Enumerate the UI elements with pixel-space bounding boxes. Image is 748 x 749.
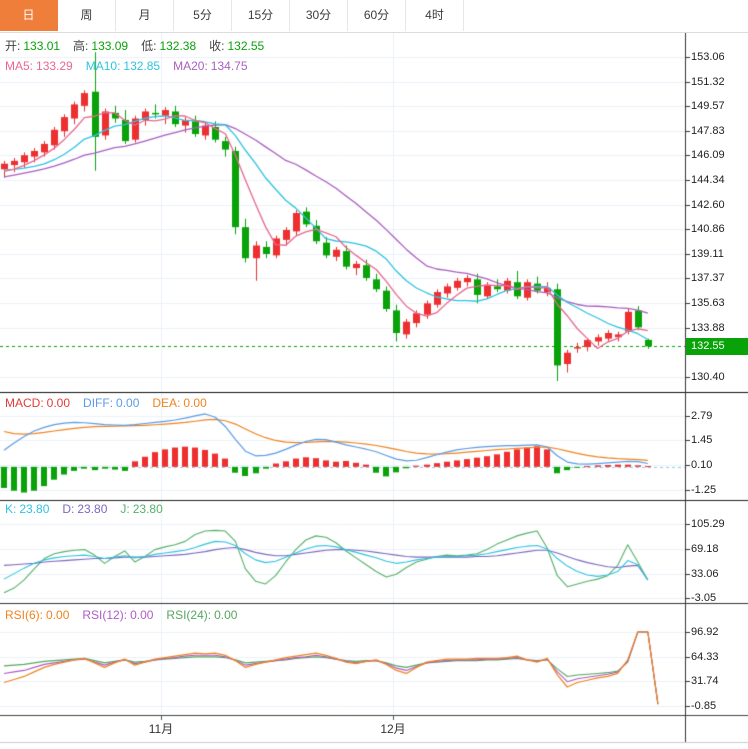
month-label: 11月 [149,720,173,737]
main-axis-label: 137.37 [691,272,725,284]
macd-label: DIFF: [83,396,113,410]
main-axis-label: 153.06 [691,51,725,63]
ohlc-label: 高: [73,39,88,53]
tab-month[interactable]: 月 [116,0,174,31]
macd-readout-item: DEA:0.00 [152,396,206,410]
tab-60min[interactable]: 60分 [348,0,406,31]
ohlc-label: 收: [209,39,224,53]
kdj-readout-item: D:23.80 [62,502,107,516]
rsi-readout-item: RSI(24):0.00 [166,608,237,622]
tab-week[interactable]: 周 [58,0,116,31]
ma-label: MA10: [86,59,121,73]
ohlc-readout-item: 高:133.09 [73,39,128,53]
rsi-readout: RSI(6):0.00RSI(12):0.00RSI(24):0.00 [5,608,250,622]
rsi-label: RSI(24): [166,608,211,622]
rsi-label: RSI(12): [82,608,127,622]
kline-app: 日周月5分15分30分60分4时 开:133.01 高:133.09 低:132.3… [0,0,748,749]
tab-15min[interactable]: 15分 [232,0,290,31]
macd-value: 0.00 [116,396,139,410]
macd-value: 0.00 [183,396,206,410]
macd-axis-label: 0.10 [691,459,712,471]
macd-axis-label: 1.45 [691,434,712,446]
main-axis-label: 144.34 [691,174,725,186]
macd-readout: MACD:0.00DIFF:0.00DEA:0.00 [5,396,220,410]
ma-value: 133.29 [36,59,73,73]
kdj-value: 23.80 [77,502,107,516]
kdj-readout-item: K:23.80 [5,502,49,516]
ohlc-readout-item: 收:132.55 [209,39,264,53]
kdj-readout-item: J: 23.80 [120,502,162,516]
kdj-axis-label: 33.06 [691,568,719,580]
rsi-axis-label: -0.85 [691,700,716,712]
rsi-value: 0.00 [214,608,237,622]
kdj-axis-label: -3.05 [691,592,716,604]
ohlc-value: 132.38 [159,39,196,53]
kdj-label: J: [120,502,129,516]
ohlc-readout: 开:133.01 高:133.09 低:132.38 收:132.55 [5,37,277,54]
main-axis-label: 135.63 [691,297,725,309]
rsi-readout-item: RSI(12):0.00 [82,608,153,622]
kdj-value: 23.80 [19,502,49,516]
macd-readout-item: DIFF:0.00 [83,396,139,410]
interval-tabbar: 日周月5分15分30分60分4时 [0,0,748,33]
rsi-label: RSI(6): [5,608,43,622]
rsi-axis-label: 64.33 [691,651,719,663]
ohlc-readout-item: 低:132.38 [141,39,196,53]
main-axis-label: 147.83 [691,125,725,137]
rsi-axis-label: 96.92 [691,626,719,638]
main-axis-label: 149.57 [691,100,725,112]
macd-label: DEA: [152,396,180,410]
main-axis-label: 133.88 [691,322,725,334]
ma-readout-item: MA5:133.29 [5,59,73,73]
main-axis-label: 140.86 [691,223,725,235]
macd-readout-item: MACD:0.00 [5,396,70,410]
ma-readout: MA5:133.29 MA10:132.85 MA20:134.75 [5,59,261,73]
kdj-readout: K:23.80D:23.80J:23.80 [5,502,176,516]
ohlc-readout-item: 开:133.01 [5,39,60,53]
macd-value: 0.00 [47,396,70,410]
main-axis-label: 142.60 [691,199,725,211]
ma-label: MA20: [173,59,208,73]
tab-30min[interactable]: 30分 [290,0,348,31]
ohlc-value: 133.09 [91,39,128,53]
ohlc-value: 133.01 [23,39,60,53]
ma-label: MA5: [5,59,33,73]
rsi-axis-label: 31.74 [691,675,719,687]
ma-value: 134.75 [211,59,248,73]
ma-value: 132.85 [123,59,160,73]
kdj-label: K: [5,502,16,516]
rsi-value: 0.00 [46,608,69,622]
main-axis-label: 130.40 [691,371,725,383]
kdj-value: 23.80 [133,502,163,516]
macd-axis-label: -1.25 [691,484,716,496]
kdj-label: D: [62,502,74,516]
last-price-badge: 132.55 [686,338,748,355]
ohlc-value: 132.55 [227,39,264,53]
main-axis-label: 146.09 [691,149,725,161]
ma-readout-item: MA20:134.75 [173,59,247,73]
main-axis-label: 139.11 [691,248,724,260]
tab-4hour[interactable]: 4时 [406,0,464,31]
kline-chart-canvas[interactable] [0,0,748,749]
kdj-axis-label: 69.18 [691,543,719,555]
month-label: 12月 [380,720,405,737]
tab-day[interactable]: 日 [0,0,58,31]
rsi-value: 0.00 [130,608,153,622]
ma-readout-item: MA10:132.85 [86,59,160,73]
macd-axis-label: 2.79 [691,410,712,422]
macd-label: MACD: [5,396,44,410]
tab-5min[interactable]: 5分 [174,0,232,31]
kdj-axis-label: 105.29 [691,518,725,530]
ohlc-label: 低: [141,39,156,53]
rsi-readout-item: RSI(6):0.00 [5,608,69,622]
main-axis-label: 151.32 [691,76,725,88]
ohlc-label: 开: [5,39,20,53]
